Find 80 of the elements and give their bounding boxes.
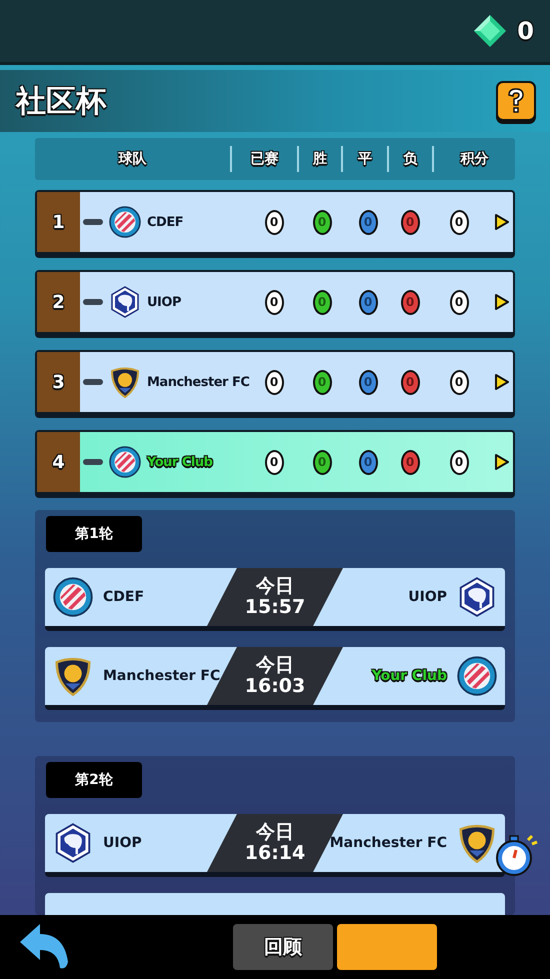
- stat-value: 0: [450, 370, 468, 394]
- dash-icon: [83, 379, 103, 385]
- play-arrow-icon: [494, 213, 510, 231]
- question-mark-icon: [506, 87, 526, 115]
- match-card[interactable]: Manchester FC 今日 16:03 Your Club: [45, 647, 505, 710]
- help-button[interactable]: [496, 81, 536, 121]
- team-name: Your Club: [147, 454, 212, 470]
- stat-value: 0: [312, 210, 332, 234]
- team-name: CDEF: [103, 589, 144, 605]
- play-arrow-icon: [494, 293, 510, 311]
- team-row[interactable]: 4 Your Club 0 0 0 0 0: [35, 430, 515, 498]
- team-name: UIOP: [147, 294, 181, 310]
- match-day: 今日: [256, 655, 294, 676]
- stat-value: 0: [264, 450, 284, 474]
- rank-number: 1: [37, 192, 80, 252]
- rank-number: 3: [37, 352, 80, 412]
- rank-number: 2: [37, 272, 80, 332]
- striped-crest-icon: [109, 206, 141, 238]
- column-header: 胜: [313, 150, 327, 168]
- play-arrow-icon: [494, 453, 510, 471]
- dash-icon: [83, 459, 103, 465]
- shield-crest-icon: [457, 823, 497, 863]
- round-label: 第1轮: [46, 516, 142, 552]
- stat-value: 0: [400, 450, 420, 474]
- stat-value: 0: [264, 290, 284, 314]
- stat-value: 0: [358, 210, 378, 234]
- column-header: 已赛: [250, 150, 278, 168]
- team-name: Manchester FC: [147, 374, 250, 390]
- striped-crest-icon: [457, 656, 497, 696]
- team-name: Manchester FC: [103, 668, 220, 684]
- column-header: 负: [404, 150, 418, 168]
- stat-value: 0: [264, 370, 284, 394]
- match-time: 16:14: [244, 843, 306, 864]
- dash-icon: [83, 219, 103, 225]
- stat-value: 0: [358, 450, 378, 474]
- stat-value: 0: [312, 450, 332, 474]
- stat-value: 0: [450, 450, 468, 474]
- striped-crest-icon: [53, 577, 93, 617]
- team-row[interactable]: 3 Manchester FC 0 0 0 0 0: [35, 350, 515, 418]
- stat-value: 0: [450, 210, 468, 234]
- team-name: UIOP: [103, 835, 142, 851]
- page-title: 社区杯: [16, 82, 106, 120]
- review-button[interactable]: 回顾: [233, 924, 333, 970]
- stat-value: 0: [358, 290, 378, 314]
- column-header: 球队: [118, 150, 146, 168]
- match-card[interactable]: CDEF 今日 15:57 UIOP: [45, 568, 505, 631]
- elephant-crest-icon: [109, 286, 141, 318]
- column-header: 积分: [460, 150, 488, 168]
- rank-number: 4: [37, 432, 80, 492]
- elephant-crest-icon: [457, 577, 497, 617]
- stat-value: 0: [264, 210, 284, 234]
- match-day: 今日: [256, 822, 294, 843]
- match-time: 15:57: [244, 597, 306, 618]
- striped-crest-icon: [109, 446, 141, 478]
- stat-value: 0: [400, 210, 420, 234]
- team-name: UIOP: [408, 589, 447, 605]
- match-card[interactable]: UIOP 今日 16:14 Manchester FC: [45, 814, 505, 877]
- dash-icon: [83, 299, 103, 305]
- team-name: Manchester FC: [330, 835, 447, 851]
- match-time: 16:03: [244, 676, 306, 697]
- stat-value: 0: [312, 290, 332, 314]
- elephant-crest-icon: [53, 823, 93, 863]
- play-arrow-icon: [494, 373, 510, 391]
- stat-value: 0: [400, 290, 420, 314]
- team-name: CDEF: [147, 214, 184, 230]
- shield-crest-icon: [53, 656, 93, 696]
- stat-value: 0: [400, 370, 420, 394]
- stat-value: 0: [358, 370, 378, 394]
- team-row[interactable]: 2 UIOP 0 0 0 0 0: [35, 270, 515, 338]
- stat-value: 0: [312, 370, 332, 394]
- team-name: Your Club: [372, 668, 447, 684]
- team-row[interactable]: 1 CDEF 0 0 0 0 0: [35, 190, 515, 258]
- match-day: 今日: [256, 576, 294, 597]
- stat-value: 0: [450, 290, 468, 314]
- column-header: 平: [358, 150, 372, 168]
- round-label: 第2轮: [46, 762, 142, 798]
- gem-icon: [473, 14, 508, 48]
- gem-count: 0: [517, 17, 534, 45]
- stopwatch-icon[interactable]: [494, 832, 540, 878]
- shield-crest-icon: [109, 366, 141, 398]
